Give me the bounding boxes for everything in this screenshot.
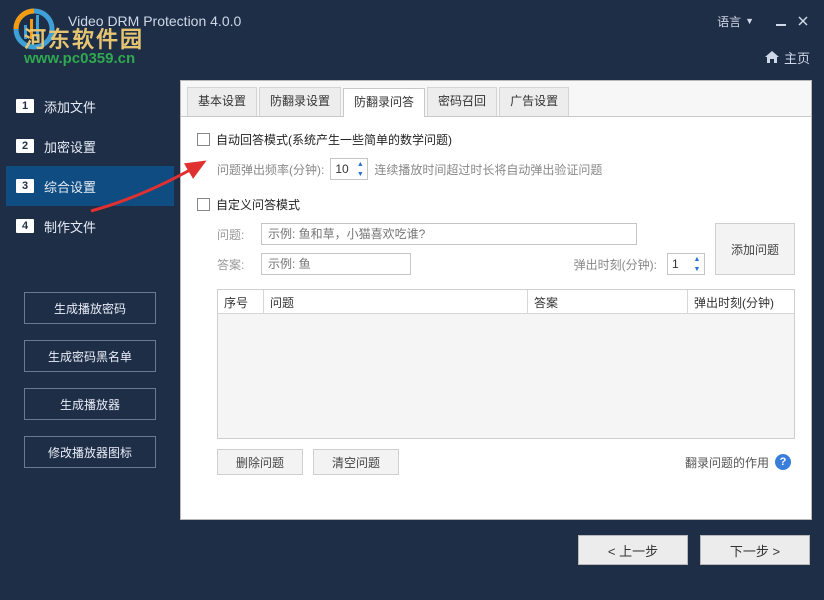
custom-qa-label: 自定义问答模式 <box>216 196 300 213</box>
freq-value: 10 <box>335 162 348 176</box>
language-label: 语言 <box>717 13 741 30</box>
homebar: 主页 <box>0 42 824 72</box>
table-header: 序号 问题 答案 弹出时刻(分钟) <box>218 290 794 314</box>
sidebar-step-general[interactable]: 3 综合设置 <box>6 166 174 206</box>
step-number: 4 <box>16 219 34 233</box>
generate-player-button[interactable]: 生成播放器 <box>24 388 156 420</box>
tab-anti-record[interactable]: 防翻录设置 <box>259 87 341 116</box>
step-label: 综合设置 <box>44 177 96 196</box>
col-seq: 序号 <box>218 290 264 313</box>
clear-questions-button[interactable]: 清空问题 <box>313 449 399 475</box>
generate-blacklist-button[interactable]: 生成密码黑名单 <box>24 340 156 372</box>
tab-password-recall[interactable]: 密码召回 <box>427 87 497 116</box>
close-button[interactable] <box>792 10 814 32</box>
col-popup-time: 弹出时刻(分钟) <box>688 290 794 313</box>
app-title: Video DRM Protection 4.0.0 <box>68 13 241 29</box>
question-table[interactable]: 序号 问题 答案 弹出时刻(分钟) <box>217 289 795 439</box>
popup-time-spinner[interactable]: 1 ▲▼ <box>667 253 705 275</box>
modify-player-icon-button[interactable]: 修改播放器图标 <box>24 436 156 468</box>
next-button[interactable]: 下一步 > <box>700 535 810 565</box>
freq-label: 问题弹出频率(分钟): <box>217 161 324 178</box>
help-text: 翻录问题的作用 <box>685 454 769 471</box>
step-label: 添加文件 <box>44 97 96 116</box>
step-number: 2 <box>16 139 34 153</box>
home-icon <box>764 50 780 64</box>
question-input[interactable] <box>261 223 637 245</box>
step-label: 制作文件 <box>44 217 96 236</box>
col-question: 问题 <box>264 290 528 313</box>
custom-qa-checkbox[interactable] <box>197 198 210 211</box>
main-panel: 基本设置 防翻录设置 防翻录问答 密码召回 广告设置 自动回答模式(系统产生一些… <box>180 80 812 520</box>
add-question-button[interactable]: 添加问题 <box>715 223 795 275</box>
answer-field-label: 答案: <box>217 256 251 273</box>
tab-basic[interactable]: 基本设置 <box>187 87 257 116</box>
generate-playcode-button[interactable]: 生成播放密码 <box>24 292 156 324</box>
sidebar-step-add-file[interactable]: 1 添加文件 <box>6 86 174 126</box>
popup-time-value: 1 <box>672 257 679 271</box>
tab-body-qa: 自动回答模式(系统产生一些简单的数学问题) 问题弹出频率(分钟): 10 ▲▼ … <box>181 117 811 519</box>
step-number: 3 <box>16 179 34 193</box>
minimize-button[interactable] <box>770 10 792 32</box>
footer: < 上一步 下一步 > <box>0 520 824 580</box>
tab-qa[interactable]: 防翻录问答 <box>343 88 425 117</box>
answer-input[interactable] <box>261 253 411 275</box>
sidebar-step-build[interactable]: 4 制作文件 <box>6 206 174 246</box>
logo-area: Video DRM Protection 4.0.0 <box>10 0 241 45</box>
qa-help-link[interactable]: 翻录问题的作用 ? <box>685 454 791 471</box>
chevron-down-icon: ▼ <box>745 16 754 26</box>
auto-answer-label: 自动回答模式(系统产生一些简单的数学问题) <box>216 131 452 148</box>
prev-button[interactable]: < 上一步 <box>578 535 688 565</box>
spin-down-icon[interactable]: ▼ <box>690 264 704 274</box>
auto-answer-checkbox[interactable] <box>197 133 210 146</box>
freq-hint: 连续播放时间超过时长将自动弹出验证问题 <box>374 161 602 178</box>
step-number: 1 <box>16 99 34 113</box>
spin-down-icon[interactable]: ▼ <box>353 169 367 179</box>
step-label: 加密设置 <box>44 137 96 156</box>
spin-up-icon[interactable]: ▲ <box>690 254 704 264</box>
help-icon: ? <box>775 454 791 470</box>
freq-spinner[interactable]: 10 ▲▼ <box>330 158 368 180</box>
language-selector[interactable]: 语言 ▼ <box>717 13 754 30</box>
delete-question-button[interactable]: 删除问题 <box>217 449 303 475</box>
home-link[interactable]: 主页 <box>784 48 810 67</box>
sidebar-step-encrypt[interactable]: 2 加密设置 <box>6 126 174 166</box>
tabstrip: 基本设置 防翻录设置 防翻录问答 密码召回 广告设置 <box>181 81 811 117</box>
titlebar: Video DRM Protection 4.0.0 语言 ▼ <box>0 0 824 42</box>
question-field-label: 问题: <box>217 226 251 243</box>
spin-up-icon[interactable]: ▲ <box>353 159 367 169</box>
app-logo-icon <box>10 5 58 53</box>
tab-ads[interactable]: 广告设置 <box>499 87 569 116</box>
sidebar: 1 添加文件 2 加密设置 3 综合设置 4 制作文件 生成播放密码 生成密码黑… <box>0 72 180 520</box>
popup-time-label: 弹出时刻(分钟): <box>574 256 657 273</box>
col-answer: 答案 <box>528 290 688 313</box>
